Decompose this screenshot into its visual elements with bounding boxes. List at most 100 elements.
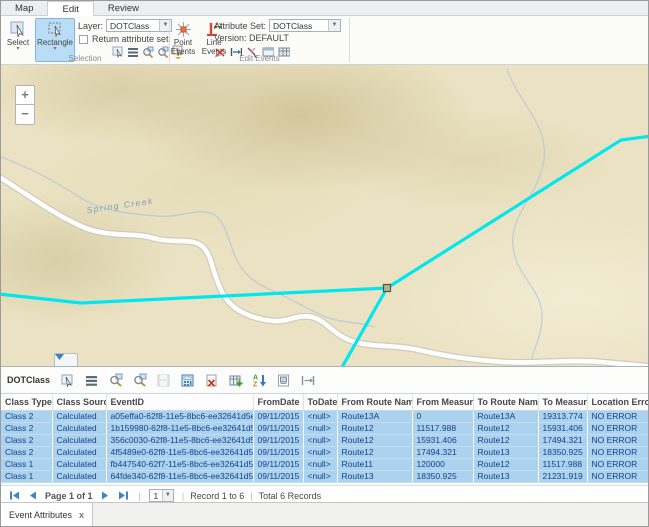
table-cell: NO ERROR [587, 434, 649, 446]
chevron-down-icon: ▾ [16, 47, 19, 52]
column-header[interactable]: FromDate [253, 394, 303, 410]
event-line-route13a[interactable] [341, 288, 387, 366]
tab-event-attributes-label: Event Attributes [9, 510, 72, 520]
record-range-text: Record 1 to 6 [190, 491, 244, 501]
table-cell: NO ERROR [587, 410, 649, 422]
total-records-text: Total 6 Records [259, 491, 322, 501]
panel-collapse-button[interactable] [54, 353, 78, 366]
table-body: Class 2Calculateda05effa0-62f8-11e5-8bc6… [1, 410, 649, 482]
ribbon: Select ▾ Rectangle ▾ Layer: DOTClass ▼ R… [1, 16, 648, 65]
zoom-in-button[interactable]: + [15, 85, 35, 105]
sort-icon[interactable]: AZ [252, 373, 267, 388]
table-cell: 15931.406 [538, 422, 587, 434]
event-line-route12[interactable] [1, 288, 387, 303]
column-header[interactable]: From Route Name [337, 394, 412, 410]
export-error-icon[interactable] [204, 373, 219, 388]
calculator-icon[interactable] [180, 373, 195, 388]
table-cell: Calculated [52, 458, 106, 470]
column-header[interactable]: Location Error [587, 394, 649, 410]
tab-map[interactable]: Map [1, 1, 47, 16]
pan-to-selection-icon[interactable] [132, 373, 147, 388]
selected-event-lines[interactable] [1, 136, 649, 366]
table-cell: 19313.774 [538, 410, 587, 422]
layer-dropdown-value: DOTClass [107, 21, 159, 31]
pager-separator: | [139, 491, 141, 501]
route-junction-marker[interactable] [384, 285, 391, 292]
table-cell: 11517.988 [538, 458, 587, 470]
table-cell: 09/11/2015 [253, 446, 303, 458]
table-row[interactable]: Class 1Calculated64fde340-62f8-11e5-8bc6… [1, 470, 649, 482]
selection-group-label: Selection [1, 54, 169, 63]
save-icon[interactable] [156, 373, 171, 388]
table-cell: Route13A [473, 410, 538, 422]
panel-title: DOTClass [7, 375, 50, 385]
table-header-row[interactable]: Class TypeClass SourceEventIDFromDateToD… [1, 394, 649, 410]
map-layers: Spring Creek [1, 65, 649, 366]
layer-dropdown[interactable]: DOTClass ▼ [106, 19, 172, 32]
table-cell: 09/11/2015 [253, 434, 303, 446]
map-zoom-control: + − [15, 85, 35, 125]
edit-events-group: Point Events Line Events Attribute Set: … [170, 16, 349, 64]
list-icon[interactable] [84, 373, 99, 388]
table-cell: <null> [303, 470, 337, 482]
next-page-button[interactable] [101, 491, 110, 500]
chevron-down-icon: ▾ [53, 47, 56, 52]
page-number-dropdown[interactable]: 1 ▼ [149, 489, 174, 502]
column-header[interactable]: EventID [106, 394, 253, 410]
column-header[interactable]: ToDate [303, 394, 337, 410]
pager-separator: | [250, 491, 252, 501]
table-cell: 18350.925 [412, 470, 473, 482]
table-cell: Route12 [337, 422, 412, 434]
tab-review[interactable]: Review [94, 1, 153, 16]
table-cell: 09/11/2015 [253, 470, 303, 482]
attribute-set-dropdown-value: DOTClass [270, 21, 328, 31]
zoom-out-button[interactable]: − [15, 105, 35, 125]
column-header[interactable]: Class Type [1, 394, 52, 410]
svg-text:A: A [253, 375, 258, 382]
close-icon[interactable]: x [79, 511, 84, 520]
table-row[interactable]: Class 1Calculatedfb447540-62f7-11e5-8bc6… [1, 458, 649, 470]
last-page-button[interactable] [118, 491, 129, 500]
selection-group: Select ▾ Rectangle ▾ Layer: DOTClass ▼ R… [1, 16, 169, 64]
table-cell: NO ERROR [587, 458, 649, 470]
split-record-icon[interactable] [300, 373, 315, 388]
table-row[interactable]: Class 2Calculateda05effa0-62f8-11e5-8bc6… [1, 410, 649, 422]
point-events-icon [174, 21, 193, 38]
tab-edit[interactable]: Edit [47, 1, 93, 16]
table-cell: NO ERROR [587, 470, 649, 482]
table-row[interactable]: Class 2Calculated4f5489e0-62f8-11e5-8bc6… [1, 446, 649, 458]
select-cursor-icon [10, 21, 27, 38]
table-row[interactable]: Class 2Calculated356c0030-62f8-11e5-8bc6… [1, 434, 649, 446]
table-cell: Route12 [473, 434, 538, 446]
column-header[interactable]: From Measure [412, 394, 473, 410]
column-header[interactable]: To Measure [538, 394, 587, 410]
triangle-down-icon [55, 354, 64, 360]
column-header[interactable]: To Route Name [473, 394, 538, 410]
table-cell: 17494.321 [538, 434, 587, 446]
table-cell: Route12 [337, 434, 412, 446]
table-cell: Route13 [473, 446, 538, 458]
return-attribute-set-checkbox[interactable] [79, 35, 88, 44]
chevron-down-icon: ▼ [328, 20, 340, 31]
tab-event-attributes[interactable]: Event Attributes x [1, 503, 93, 527]
table-cell: <null> [303, 446, 337, 458]
select-tool-icon[interactable] [60, 373, 75, 388]
table-cell: Class 2 [1, 434, 52, 446]
attribute-set-dropdown[interactable]: DOTClass ▼ [269, 19, 341, 32]
first-page-button[interactable] [9, 491, 20, 500]
table-cell: 09/11/2015 [253, 410, 303, 422]
zoom-to-selection-icon[interactable] [108, 373, 123, 388]
page-indicator: Page 1 of 1 [45, 491, 93, 501]
chevron-down-icon: ▼ [162, 490, 173, 501]
table-cell: Calculated [52, 422, 106, 434]
table-cell: 17494.321 [412, 446, 473, 458]
column-header[interactable]: Class Source [52, 394, 106, 410]
map-canvas[interactable]: Spring Creek + − [1, 65, 649, 366]
table-cell: Calculated [52, 434, 106, 446]
attribute-window-icon[interactable] [276, 373, 291, 388]
previous-page-button[interactable] [28, 491, 37, 500]
attribute-set-label: Attribute Set: [214, 21, 266, 31]
layer-label: Layer: [78, 21, 103, 31]
table-row[interactable]: Class 2Calculated1b159980-62f8-11e5-8bc6… [1, 422, 649, 434]
add-selection-icon[interactable] [228, 373, 243, 388]
